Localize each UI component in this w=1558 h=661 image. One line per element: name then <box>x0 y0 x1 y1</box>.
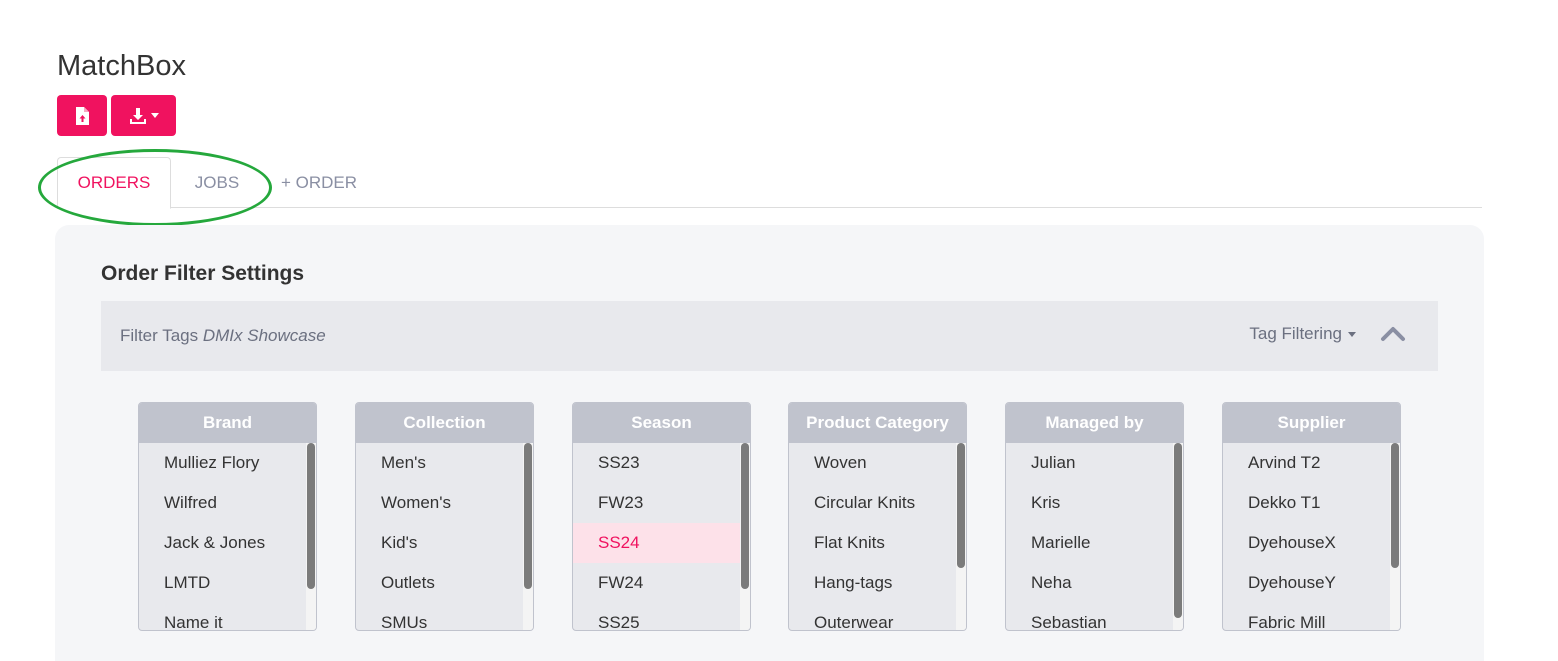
file-upload-icon <box>74 106 90 125</box>
filter-tags-bar: Filter Tags DMIx Showcase Tag Filtering <box>101 301 1438 371</box>
filter-list-supplier: Supplier Arvind T2 Dekko T1 DyehouseX Dyehou… <box>1222 402 1401 631</box>
list-item[interactable]: Woven <box>789 443 959 483</box>
list-item[interactable]: SS24 <box>573 523 743 563</box>
list-item[interactable]: Kris <box>1006 483 1176 523</box>
filter-list-items: Men's Women's Kid's Outlets SMUs <box>356 443 533 630</box>
list-item[interactable]: DyehouseX <box>1223 523 1393 563</box>
panel-title: Order Filter Settings <box>101 262 305 285</box>
list-item[interactable]: Name it <box>139 603 309 630</box>
list-item[interactable]: Mulliez Flory <box>139 443 309 483</box>
list-item[interactable]: Outerwear <box>789 603 959 630</box>
filter-list-season: Season SS23 FW23 SS24 FW24 SS25 <box>572 402 751 631</box>
filter-list-collection: Collection Men's Women's Kid's Outlets SMUs <box>355 402 534 631</box>
list-item[interactable]: Flat Knits <box>789 523 959 563</box>
tab-bar: ORDERS JOBS + ORDER <box>57 157 1482 209</box>
tab-jobs[interactable]: JOBS <box>171 157 263 208</box>
scrollbar-thumb[interactable] <box>741 443 749 589</box>
filter-list-items: SS23 FW23 SS24 FW24 SS25 <box>573 443 750 630</box>
list-item[interactable]: LMTD <box>139 563 309 603</box>
tag-filtering-dropdown[interactable]: Tag Filtering <box>1249 324 1356 344</box>
list-item[interactable]: DyehouseY <box>1223 563 1393 603</box>
list-item[interactable]: Outlets <box>356 563 526 603</box>
collapse-button[interactable] <box>1380 321 1406 347</box>
list-item[interactable]: SMUs <box>356 603 526 630</box>
tab-add-order[interactable]: + ORDER <box>265 157 375 208</box>
filter-list-items: Julian Kris Marielle Neha Sebastian <box>1006 443 1183 630</box>
list-item[interactable]: Wilfred <box>139 483 309 523</box>
list-item[interactable]: SS23 <box>573 443 743 483</box>
list-item[interactable]: Sebastian <box>1006 603 1176 630</box>
scrollbar-thumb[interactable] <box>524 443 532 589</box>
list-item[interactable]: Jack & Jones <box>139 523 309 563</box>
list-item[interactable]: SS25 <box>573 603 743 630</box>
download-dropdown-button[interactable] <box>111 95 176 136</box>
filter-tags-label: Filter Tags <box>120 326 199 345</box>
caret-down-icon <box>1348 331 1356 337</box>
list-item[interactable]: Women's <box>356 483 526 523</box>
filter-list-managed-by: Managed by Julian Kris Marielle Neha Sebastia… <box>1005 402 1184 631</box>
list-item[interactable]: Neha <box>1006 563 1176 603</box>
filter-list-header: Season <box>573 403 750 443</box>
app-title: MatchBox <box>57 50 186 82</box>
chevron-down-icon <box>150 113 159 118</box>
filter-list-product-category: Product Category Woven Circular Knits Flat … <box>788 402 967 631</box>
scrollbar-thumb[interactable] <box>1174 443 1182 618</box>
filter-list-items: Arvind T2 Dekko T1 DyehouseX DyehouseY Fabri… <box>1223 443 1400 630</box>
list-item[interactable]: Hang-tags <box>789 563 959 603</box>
filter-list-header: Supplier <box>1223 403 1400 443</box>
filter-list-items: Mulliez Flory Wilfred Jack & Jones LMTD Name… <box>139 443 316 630</box>
filter-tags-text: Filter Tags DMIx Showcase <box>120 326 326 346</box>
scrollbar-thumb[interactable] <box>1391 443 1399 568</box>
list-item[interactable]: Marielle <box>1006 523 1176 563</box>
list-item[interactable]: FW24 <box>573 563 743 603</box>
tag-filtering-label: Tag Filtering <box>1249 324 1342 343</box>
scrollbar-thumb[interactable] <box>957 443 965 568</box>
list-item[interactable]: Kid's <box>356 523 526 563</box>
list-item[interactable]: Men's <box>356 443 526 483</box>
list-item[interactable]: FW23 <box>573 483 743 523</box>
tab-orders[interactable]: ORDERS <box>57 157 171 209</box>
filter-list-header: Product Category <box>789 403 966 443</box>
filter-list-header: Managed by <box>1006 403 1183 443</box>
download-icon <box>129 107 147 125</box>
list-item[interactable]: Fabric Mill <box>1223 603 1393 630</box>
filter-list-items: Woven Circular Knits Flat Knits Hang-tags Ou… <box>789 443 966 630</box>
filter-list-header: Collection <box>356 403 533 443</box>
filter-list-brand: Brand Mulliez Flory Wilfred Jack & Jones LMT… <box>138 402 317 631</box>
list-item[interactable]: Dekko T1 <box>1223 483 1393 523</box>
filter-list-header: Brand <box>139 403 316 443</box>
upload-file-button[interactable] <box>57 95 107 136</box>
chevron-up-icon <box>1380 327 1406 351</box>
list-item[interactable]: Circular Knits <box>789 483 959 523</box>
list-item[interactable]: Julian <box>1006 443 1176 483</box>
filter-tags-value: DMIx Showcase <box>202 326 326 345</box>
list-item[interactable]: Arvind T2 <box>1223 443 1393 483</box>
scrollbar-thumb[interactable] <box>307 443 315 589</box>
